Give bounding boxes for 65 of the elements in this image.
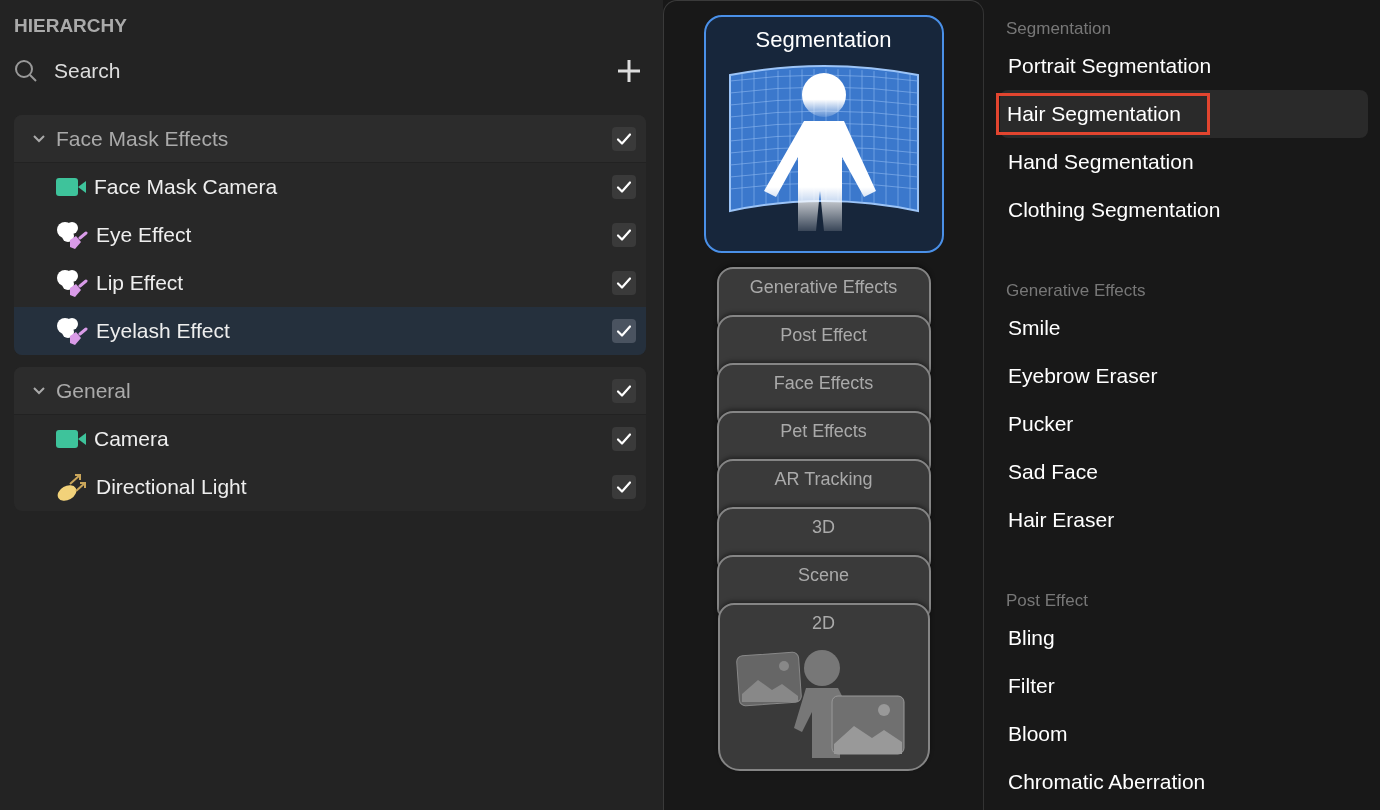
effect-item[interactable]: Bloom [1000,710,1368,758]
item-label: Chromatic Aberration [1008,770,1206,794]
checkbox[interactable] [612,271,636,295]
effect-item[interactable]: Sad Face [1000,448,1368,496]
checkbox[interactable] [612,475,636,499]
item-label: Hair Eraser [1008,508,1115,532]
item-label: Portrait Segmentation [1008,54,1212,78]
section-title: Segmentation [1005,18,1112,40]
section-title: Post Effect [1005,590,1089,612]
panel-title: HIERARCHY [14,14,128,38]
item-label: Bloom [1008,722,1068,746]
item-label: Face Mask Camera [94,175,279,199]
effect-item[interactable]: Hand Segmentation [1000,138,1368,186]
effect-item[interactable]: Bling [1000,614,1368,662]
effect-item[interactable]: Pucker [1000,400,1368,448]
group-header[interactable]: Face Mask Effects [14,115,646,163]
item-label: Hair Segmentation [1007,102,1181,125]
hierarchy-item[interactable]: Eyelash Effect [14,307,646,355]
effect-item[interactable]: Clothing Segmentation [1000,186,1368,234]
group-title: General [56,378,132,403]
item-label: Smile [1008,316,1061,340]
item-label: Eyelash Effect [96,319,231,343]
category-card[interactable]: Segmentation [703,15,944,253]
search-icon [14,59,38,83]
face-brush-icon [56,268,88,298]
checkbox[interactable] [612,427,636,451]
item-label: Clothing Segmentation [1008,198,1221,222]
group-title: Face Mask Effects [56,126,230,151]
search-field[interactable]: Search [52,58,617,84]
hierarchy-item[interactable]: Camera [14,415,646,463]
checkbox[interactable] [612,378,636,403]
checkbox[interactable] [612,223,636,247]
item-label: Eyebrow Eraser [1008,364,1158,388]
camera-icon [56,430,86,448]
plus-icon [617,59,641,83]
face-brush-icon [56,220,88,250]
effect-item[interactable]: Chromatic Aberration [1000,758,1368,806]
effect-item[interactable]: Eyebrow Eraser [1000,352,1368,400]
checkbox[interactable] [612,175,636,199]
camera-icon [56,178,86,196]
item-label: Hand Segmentation [1008,150,1194,174]
item-label: Bling [1008,626,1055,650]
item-label: Lip Effect [96,271,185,295]
item-label: Eye Effect [96,223,193,247]
hierarchy-item[interactable]: Eye Effect [14,211,646,259]
item-label: Pucker [1008,412,1074,436]
checkbox[interactable] [612,319,636,343]
add-button[interactable] [617,59,641,83]
item-label: Directional Light [96,475,248,499]
effect-item[interactable]: Smile [1000,304,1368,352]
light-icon [56,472,88,502]
item-label: Filter [1008,674,1055,698]
hierarchy-item[interactable]: Directional Light [14,463,646,511]
group-header[interactable]: General [14,367,646,415]
category-card[interactable]: 2D [717,603,930,771]
effect-item[interactable]: Hair Eraser [1000,496,1368,544]
checkbox[interactable] [612,126,636,151]
effect-item[interactable]: Filter [1000,662,1368,710]
item-label: Camera [94,427,170,451]
section-title: Generative Effects [1005,280,1147,302]
hierarchy-item[interactable]: Lip Effect [14,259,646,307]
face-brush-icon [56,316,88,346]
hierarchy-item[interactable]: Face Mask Camera [14,163,646,211]
effect-item[interactable]: Portrait Segmentation [1000,42,1368,90]
item-label: Sad Face [1008,460,1098,484]
